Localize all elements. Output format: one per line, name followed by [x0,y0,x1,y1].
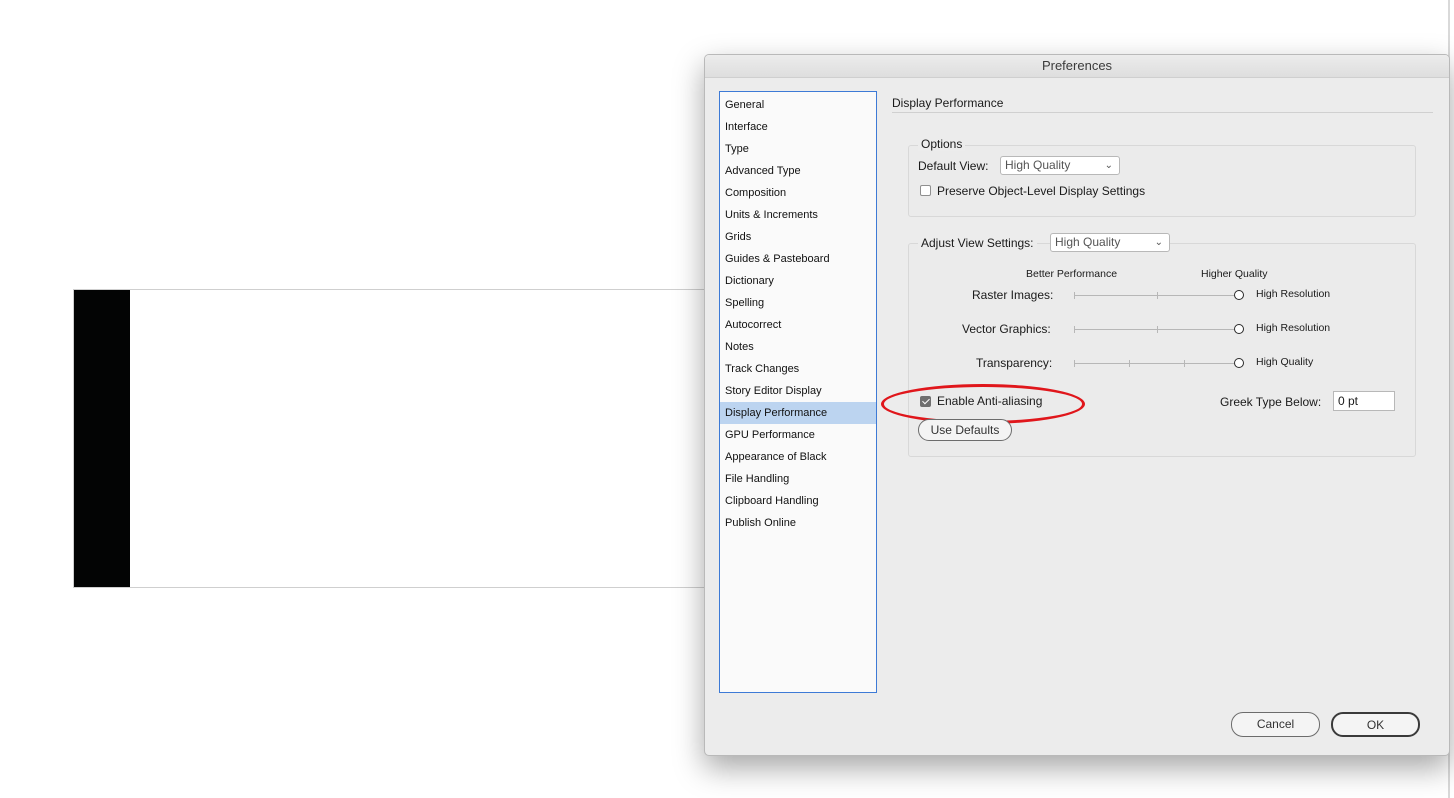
higher-quality-label: Higher Quality [1201,268,1268,280]
sidebar-item-clipboard-handling[interactable]: Clipboard Handling [720,490,876,512]
sidebar-item-grids[interactable]: Grids [720,226,876,248]
raster-slider-handle[interactable] [1234,290,1244,300]
preserve-settings-label: Preserve Object-Level Display Settings [937,184,1146,198]
sidebar-item-spelling[interactable]: Spelling [720,292,876,314]
options-group [908,145,1416,217]
panel-title: Display Performance [892,96,1004,110]
sidebar-item-display-performance[interactable]: Display Performance [720,402,876,424]
preserve-settings-checkbox[interactable] [920,185,931,196]
sidebar-item-notes[interactable]: Notes [720,336,876,358]
vector-slider-handle[interactable] [1234,324,1244,334]
preferences-dialog: Preferences General Interface Type Advanced… [704,54,1450,756]
default-view-select[interactable]: High Quality ⌄ [1000,156,1120,175]
sidebar-item-dictionary[interactable]: Dictionary [720,270,876,292]
sidebar-item-story-editor-display[interactable]: Story Editor Display [720,380,876,402]
cancel-button[interactable]: Cancel [1231,712,1320,737]
vector-graphics-value: High Resolution [1256,322,1331,334]
sidebar-item-gpu-performance[interactable]: GPU Performance [720,424,876,446]
better-performance-label: Better Performance [1026,268,1118,280]
sidebar-item-units-increments[interactable]: Units & Increments [720,204,876,226]
sidebar-item-composition[interactable]: Composition [720,182,876,204]
raster-slider-tick [1157,292,1158,299]
transparency-label: Transparency: [976,356,1053,370]
adjust-view-label: Adjust View Settings: [918,236,1037,250]
sidebar-item-guides-pasteboard[interactable]: Guides & Pasteboard [720,248,876,270]
use-defaults-button[interactable]: Use Defaults [918,419,1012,441]
dialog-title: Preferences [705,55,1449,78]
transparency-slider-tick [1129,360,1130,367]
transparency-slider-handle[interactable] [1234,358,1244,368]
vector-slider-tick [1074,326,1075,333]
greek-type-label: Greek Type Below: [1220,395,1322,409]
preferences-category-list[interactable]: General Interface Type Advanced Type Composi… [719,91,877,693]
sidebar-item-file-handling[interactable]: File Handling [720,468,876,490]
transparency-slider[interactable] [1074,363,1234,364]
greek-type-input[interactable]: 0 pt [1333,391,1395,411]
document-page [73,289,713,588]
vector-graphics-slider[interactable] [1074,329,1234,330]
raster-images-slider[interactable] [1074,295,1234,296]
raster-images-label: Raster Images: [972,288,1054,302]
sidebar-item-type[interactable]: Type [720,138,876,160]
options-group-label: Options [918,137,966,151]
ok-button[interactable]: OK [1331,712,1420,737]
sidebar-item-advanced-type[interactable]: Advanced Type [720,160,876,182]
default-view-value: High Quality [1005,158,1071,172]
sidebar-item-publish-online[interactable]: Publish Online [720,512,876,534]
transparency-slider-tick [1074,360,1075,367]
sidebar-item-appearance-of-black[interactable]: Appearance of Black [720,446,876,468]
vector-slider-tick [1157,326,1158,333]
adjust-view-select[interactable]: High Quality ⌄ [1050,233,1170,252]
sidebar-item-general[interactable]: General [720,94,876,116]
vector-graphics-label: Vector Graphics: [962,322,1051,336]
sidebar-item-autocorrect[interactable]: Autocorrect [720,314,876,336]
adjust-view-value: High Quality [1055,235,1121,249]
sidebar-item-interface[interactable]: Interface [720,116,876,138]
chevron-down-icon: ⌄ [1104,160,1113,171]
transparency-slider-tick [1184,360,1185,367]
raster-slider-tick [1074,292,1075,299]
chevron-down-icon: ⌄ [1154,237,1163,248]
default-view-label: Default View: [918,159,989,173]
transparency-value: High Quality [1256,356,1314,368]
document-black-bar [74,290,130,587]
annotation-highlight [881,384,1085,424]
panel-title-divider [892,112,1433,113]
raster-images-value: High Resolution [1256,288,1331,300]
sidebar-item-track-changes[interactable]: Track Changes [720,358,876,380]
